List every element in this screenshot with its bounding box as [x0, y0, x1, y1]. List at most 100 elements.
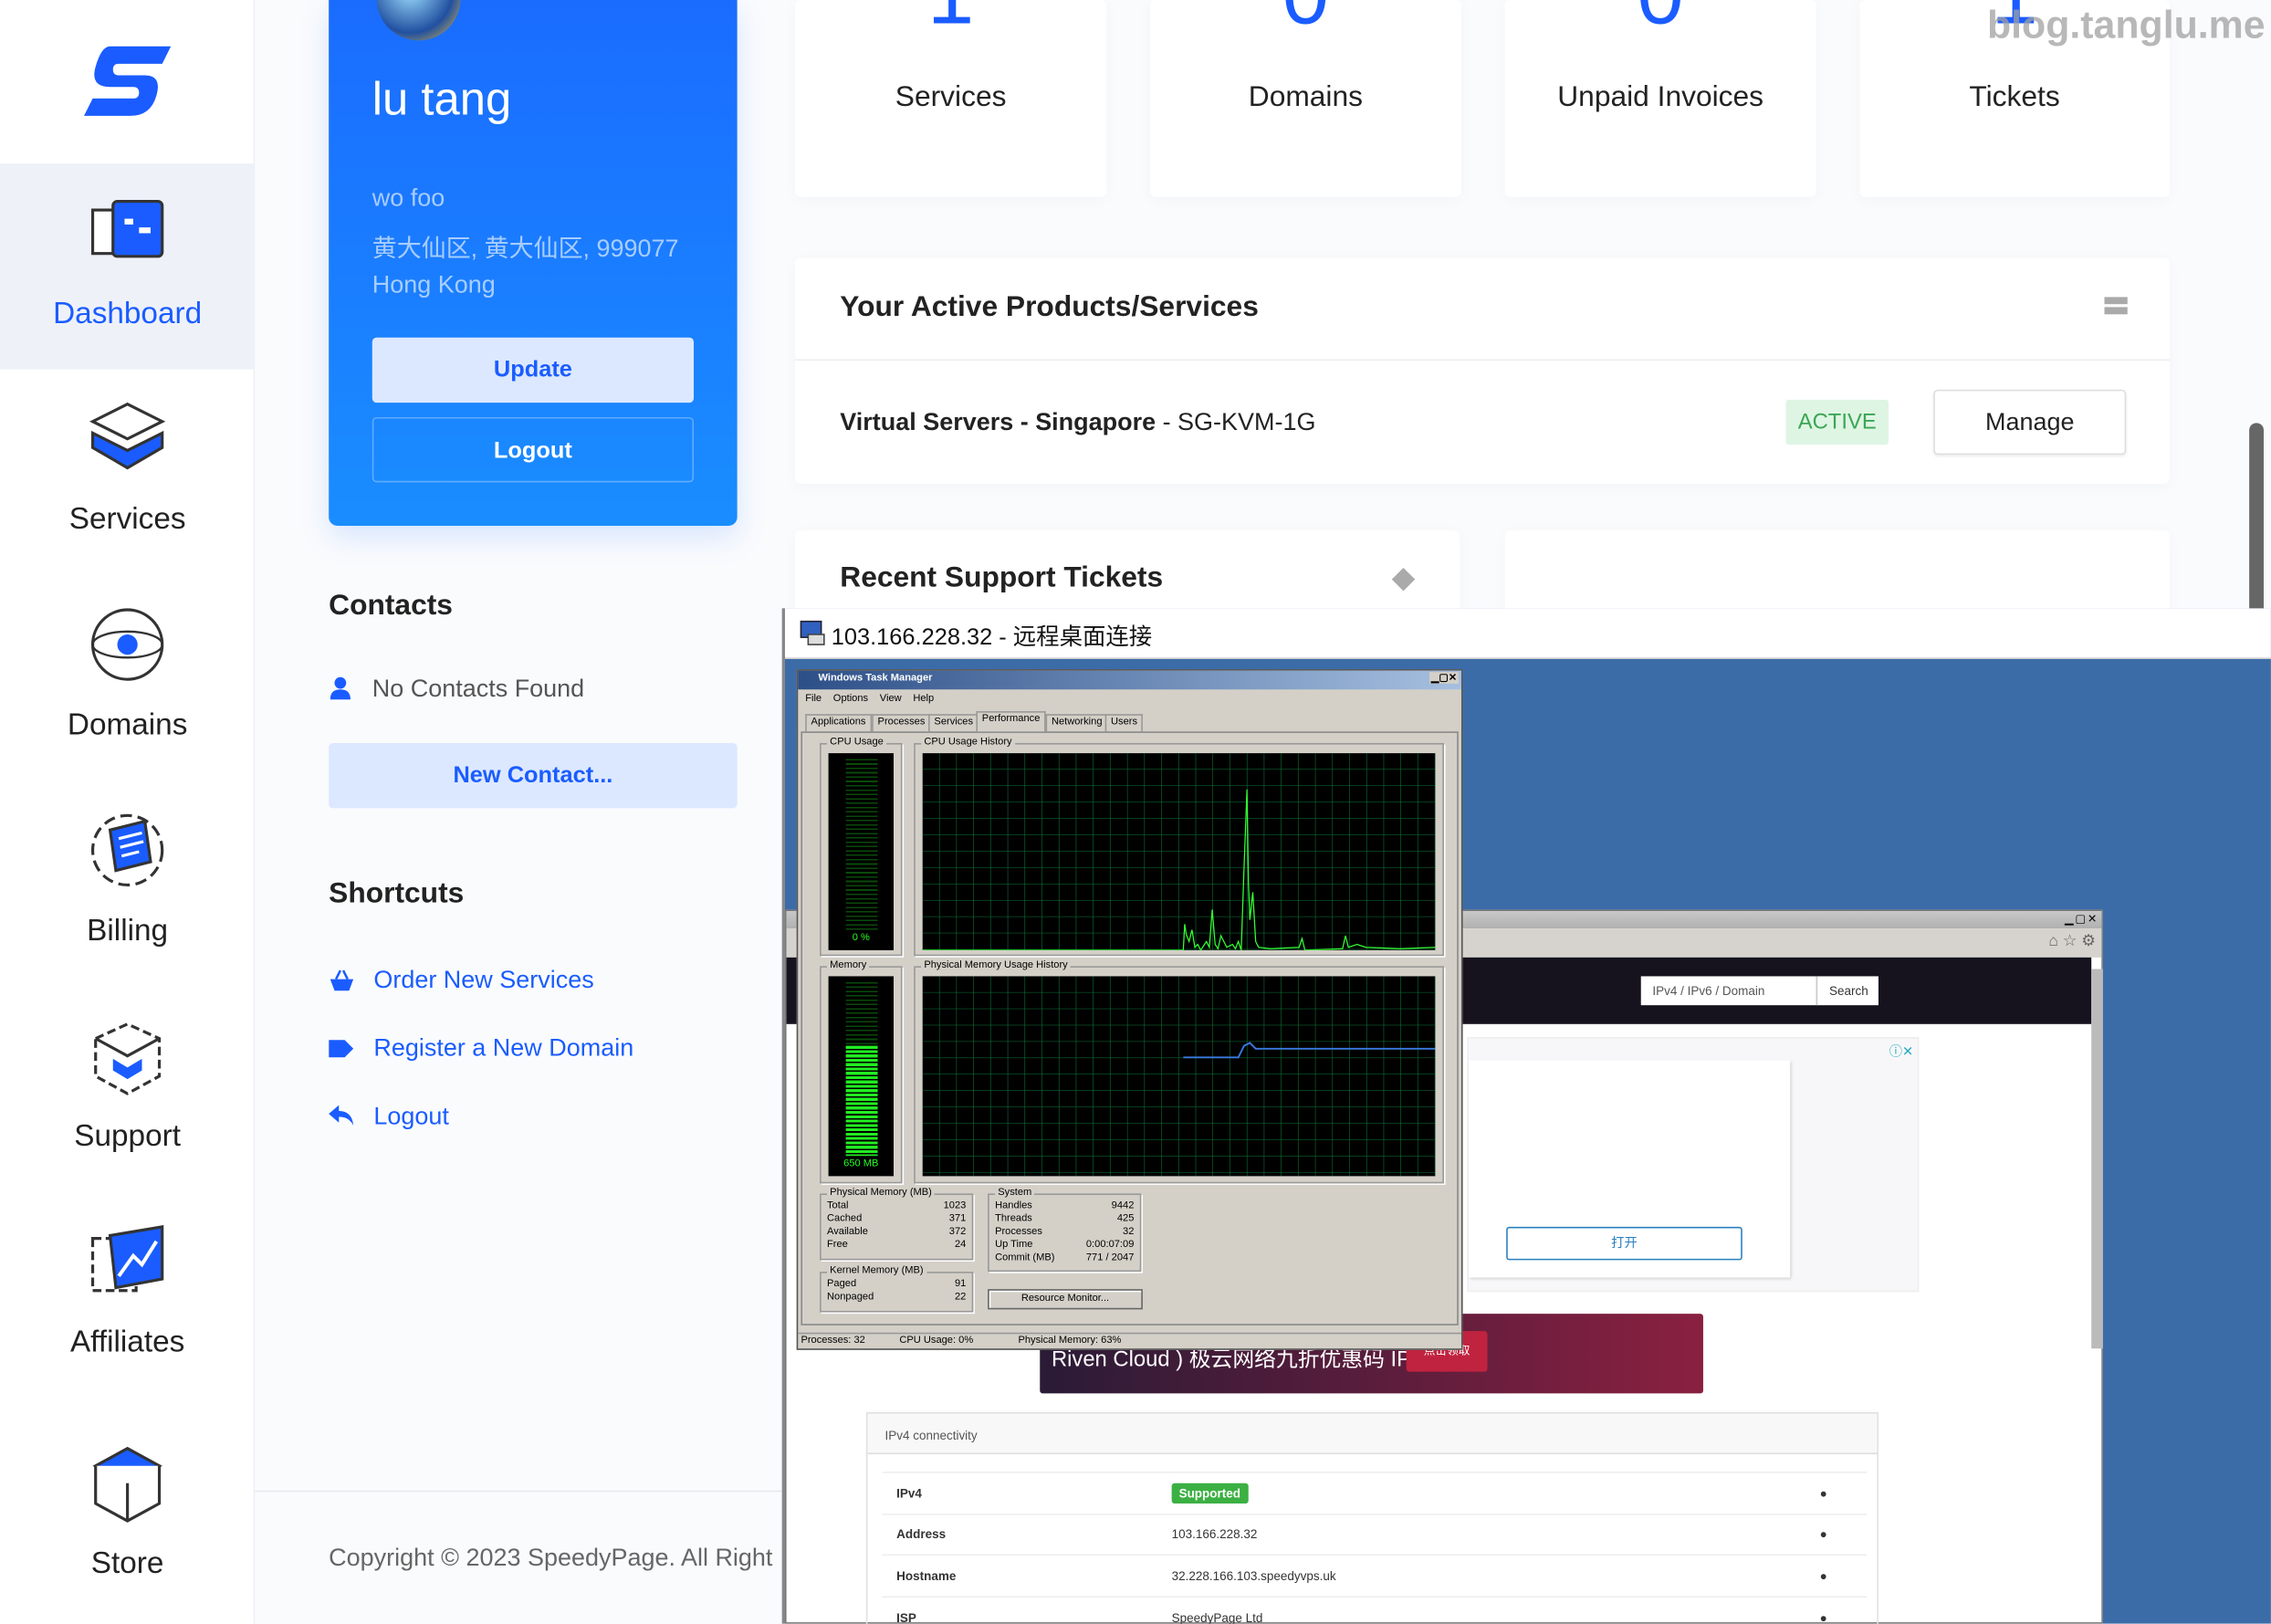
sidebar-item-domains[interactable]: Domains	[0, 575, 255, 781]
row-value-cell: 32.228.166.103.speedyvps.uk	[1171, 1554, 1781, 1597]
stat-number: 22	[954, 1292, 967, 1303]
product-row[interactable]: Virtual Servers - Singapore - SG-KVM-1G	[840, 408, 1315, 437]
sidebar-item-label: Affiliates	[69, 1325, 185, 1359]
stat-row: Handles 9442	[995, 1200, 1134, 1213]
watermark: blog.tanglu.me	[1986, 3, 2266, 47]
rdp-title-bar[interactable]: 103.166.228.32 - 远程桌面连接	[784, 608, 2271, 659]
stat-number: 371	[948, 1213, 967, 1224]
sidebar-item-label: Store	[90, 1546, 164, 1581]
tickets-title: Recent Support Tickets	[840, 561, 1164, 594]
profile-address: 黄大仙区, 黄大仙区, 999077	[372, 235, 679, 263]
task-manager-window[interactable]: Windows Task Manager ▁▢✕ File Options View H…	[796, 669, 1463, 1350]
stat-number: 0:00:07:09	[1085, 1240, 1135, 1251]
copyright-text: Copyright © 2023 SpeedyPage. All Right	[329, 1544, 773, 1572]
no-contacts-text: No Contacts Found	[372, 675, 585, 703]
info-icon[interactable]: ●	[1780, 1513, 1868, 1556]
ipv4-table-panel: IPv4 connectivity IPv4 Supported ● Address 1…	[865, 1412, 1879, 1624]
update-button[interactable]: Update	[372, 337, 695, 403]
stat-value: 0	[1150, 0, 1461, 37]
page-scrollbar[interactable]	[2249, 423, 2265, 626]
stat-name: Up Time	[995, 1240, 1033, 1251]
menu-bar: File Options View Help	[805, 694, 946, 704]
stat-label: Services	[895, 80, 1007, 113]
new-contact-button[interactable]: New Contact...	[329, 742, 738, 809]
profile-country: Hong Kong	[372, 270, 496, 299]
tab-applications[interactable]: Applications	[805, 714, 872, 732]
basket-icon	[330, 969, 354, 991]
info-icon[interactable]: ●	[1780, 1595, 1868, 1624]
manage-button[interactable]: Manage	[1933, 389, 2127, 456]
sidebar-item-label: Billing	[87, 914, 169, 948]
stat-card-domains[interactable]: 0 Domains	[1149, 0, 1461, 197]
logout-link[interactable]: Logout	[373, 1102, 449, 1131]
info-icon[interactable]: ●	[1780, 1554, 1868, 1597]
status-processes: Processes: 32	[801, 1335, 865, 1346]
tab-performance[interactable]: Performance	[976, 711, 1046, 732]
memory-fill	[845, 1046, 878, 1157]
tab-processes[interactable]: Processes	[872, 714, 931, 732]
info-icon[interactable]: ●	[1780, 1472, 1868, 1514]
person-icon	[330, 676, 351, 700]
memory-group: Memory 650 MB	[820, 959, 903, 1184]
divider	[795, 359, 2170, 361]
remote-desktop-window[interactable]: 103.166.228.32 - 远程桌面连接 ▁▢✕ ⌂ ☆ ⚙ IPv4 /…	[781, 608, 2271, 1624]
menu-help[interactable]: Help	[913, 694, 934, 704]
stat-number: 24	[954, 1240, 967, 1251]
menu-options[interactable]: Options	[833, 694, 868, 704]
stat-name: Free	[827, 1240, 848, 1251]
table-row: Address 103.166.228.32 ●	[882, 1513, 1868, 1556]
stat-name: Threads	[995, 1213, 1032, 1224]
store-cube-icon	[92, 1446, 162, 1523]
browser-scrollbar[interactable]	[2091, 969, 2103, 1349]
ip-search-input[interactable]: IPv4 / IPv6 / Domain	[1640, 976, 1816, 1006]
sidebar-item-dashboard[interactable]: Dashboard	[0, 163, 256, 370]
resource-monitor-button[interactable]: Resource Monitor...	[988, 1289, 1143, 1310]
table-row: IPv4 Supported ●	[882, 1472, 1868, 1514]
stat-row: Free 24	[827, 1240, 966, 1252]
window-controls[interactable]: ▁▢✕	[2065, 913, 2098, 926]
status-memory: Physical Memory: 63%	[1018, 1335, 1122, 1346]
stat-row: Threads 425	[995, 1214, 1134, 1227]
active-products-title: Your Active Products/Services	[840, 290, 1259, 323]
stat-number: 771 / 2047	[1085, 1252, 1135, 1263]
ad-close-icon[interactable]: ⓘ✕	[1889, 1042, 1913, 1061]
group-label: Kernel Memory (MB)	[827, 1265, 926, 1276]
sidebar-item-label: Support	[74, 1119, 181, 1154]
logo-icon	[84, 46, 172, 116]
product-plan: - SG-KVM-1G	[1156, 408, 1316, 436]
table-row: ISP SpeedyPage Ltd ●	[882, 1595, 1868, 1624]
window-controls[interactable]: ▁▢✕	[1429, 672, 1459, 684]
status-cpu: CPU Usage: 0%	[899, 1335, 974, 1346]
sidebar-item-store[interactable]: Store	[0, 1414, 255, 1619]
home-star-gear-icons[interactable]: ⌂ ☆ ⚙	[2048, 931, 2096, 950]
system-group: System Handles 9442 Threads 425 Processes 32 Up…	[988, 1188, 1142, 1273]
menu-view[interactable]: View	[880, 694, 902, 704]
sidebar-item-label: Domains	[67, 707, 188, 742]
tab-services[interactable]: Services	[928, 714, 979, 732]
register-domain-link[interactable]: Register a New Domain	[373, 1034, 633, 1063]
ad-open-button[interactable]: 打开	[1506, 1226, 1742, 1261]
sidebar-item-services[interactable]: Services	[0, 370, 255, 575]
order-new-services-link[interactable]: Order New Services	[373, 966, 593, 995]
sidebar-item-billing[interactable]: Billing	[0, 781, 255, 986]
sidebar-item-affiliates[interactable]: Affiliates	[0, 1192, 255, 1398]
tab-users[interactable]: Users	[1104, 714, 1144, 732]
sidebar-item-label: Dashboard	[53, 297, 203, 330]
stat-value: 0	[1505, 0, 1816, 37]
logout-button[interactable]: Logout	[372, 416, 695, 483]
search-button[interactable]: Search	[1816, 976, 1879, 1006]
row-value-cell: SpeedyPage Ltd	[1171, 1595, 1781, 1624]
sidebar-item-support[interactable]: Support	[0, 987, 255, 1192]
menu-file[interactable]: File	[805, 694, 822, 704]
stat-number: 91	[954, 1279, 967, 1290]
contacts-heading: Contacts	[329, 589, 453, 622]
stat-card-services[interactable]: 1 Services	[795, 0, 1107, 197]
stat-number: 425	[1116, 1213, 1135, 1224]
task-manager-title: Windows Task Manager	[818, 673, 933, 684]
stat-row: Paged 91	[827, 1279, 966, 1292]
task-manager-title-bar[interactable]: Windows Task Manager ▁▢✕	[798, 670, 1461, 690]
group-label: CPU Usage History	[921, 737, 1015, 748]
tab-networking[interactable]: Networking	[1045, 714, 1108, 732]
stat-card-unpaid-invoices[interactable]: 0 Unpaid Invoices	[1504, 0, 1816, 197]
cpu-history-group: CPU Usage History	[914, 737, 1444, 957]
